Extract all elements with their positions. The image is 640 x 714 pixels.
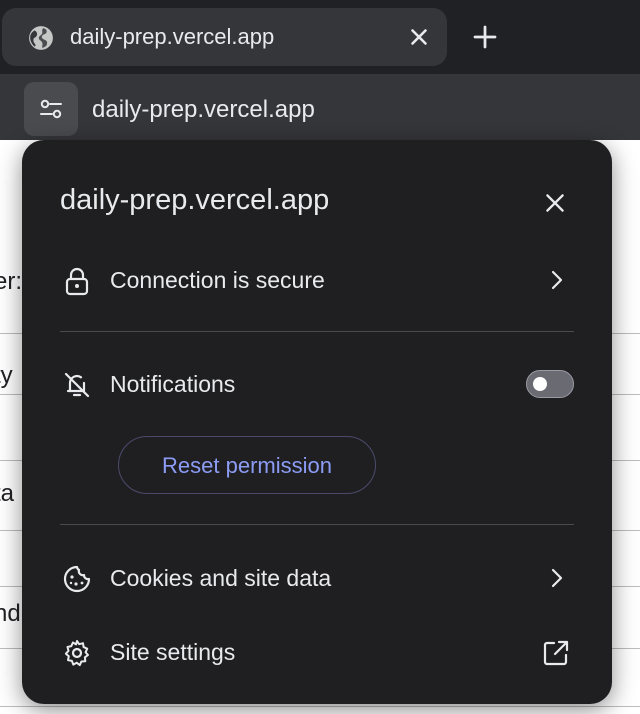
site-info-button[interactable] xyxy=(24,82,78,136)
notifications-label: Notifications xyxy=(110,371,236,397)
site-settings-row[interactable]: Site settings xyxy=(22,625,612,679)
cookies-label: Cookies and site data xyxy=(110,565,332,591)
tab-strip: daily-prep.vercel.app xyxy=(0,0,640,74)
lock-icon xyxy=(65,267,89,296)
toggle-knob xyxy=(533,377,547,391)
divider xyxy=(60,331,574,332)
page-text-fragment: ta xyxy=(0,480,15,507)
url-text[interactable]: daily-prep.vercel.app xyxy=(92,74,315,144)
cookie-icon xyxy=(63,565,91,593)
cookies-row[interactable]: Cookies and site data xyxy=(22,551,612,605)
open-in-new-icon xyxy=(543,640,569,666)
globe-icon xyxy=(29,26,53,50)
notifications-toggle[interactable] xyxy=(526,370,574,398)
page-divider xyxy=(0,706,640,707)
address-bar: daily-prep.vercel.app xyxy=(0,74,640,140)
chevron-right-icon xyxy=(551,270,563,290)
notifications-row: Notifications xyxy=(22,357,612,411)
connection-security-row[interactable]: Connection is secure xyxy=(22,253,612,307)
connection-label: Connection is secure xyxy=(110,267,325,293)
page-text-fragment: ty xyxy=(0,362,13,389)
gear-icon xyxy=(64,640,89,667)
popup-title: daily-prep.vercel.app xyxy=(60,184,330,216)
close-tab-icon[interactable] xyxy=(406,24,432,50)
site-info-popup: daily-prep.vercel.app Connection is secu… xyxy=(22,140,612,704)
reset-permission-button[interactable]: Reset permission xyxy=(118,436,376,494)
tune-icon xyxy=(40,99,62,119)
page-text-fragment: er: xyxy=(0,268,23,295)
close-icon[interactable] xyxy=(542,190,568,216)
chevron-right-icon xyxy=(551,568,563,588)
tab-title: daily-prep.vercel.app xyxy=(70,24,275,49)
new-tab-icon[interactable] xyxy=(470,22,500,52)
page-text-fragment: nd xyxy=(0,600,21,627)
site-settings-label: Site settings xyxy=(110,639,236,665)
active-tab[interactable]: daily-prep.vercel.app xyxy=(2,8,447,66)
bell-off-icon xyxy=(64,372,90,398)
divider xyxy=(60,524,574,525)
